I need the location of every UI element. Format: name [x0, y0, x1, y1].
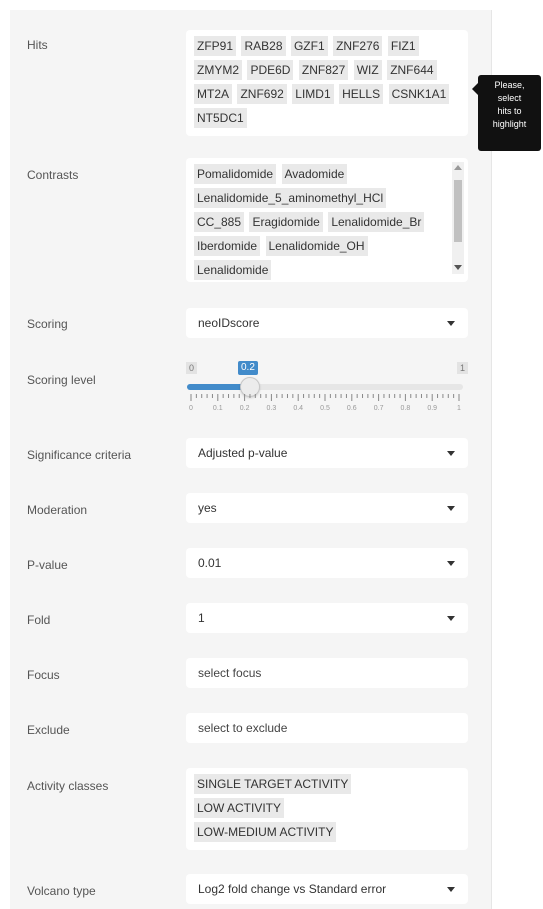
- exclude-label: Exclude: [27, 723, 70, 737]
- slider-tick-label: 0.7: [373, 405, 384, 412]
- chevron-down-icon: [447, 561, 455, 566]
- scoring-label: Scoring: [27, 317, 68, 331]
- tooltip-line: select: [497, 93, 522, 103]
- tooltip-line: hits to: [497, 106, 522, 116]
- chevron-down-icon: [447, 887, 455, 892]
- contrast-tag[interactable]: Lenalidomide: [194, 260, 272, 280]
- contrast-tag[interactable]: Lenalidomide_OH: [265, 236, 368, 256]
- hits-label: Hits: [27, 38, 48, 52]
- contrasts-multiselect[interactable]: Pomalidomide Avadomide Lenalidomide_5_am…: [186, 158, 468, 282]
- hit-tag[interactable]: LIMD1: [292, 84, 334, 104]
- slider-tick-label: 0.8: [400, 405, 411, 412]
- contrast-tag[interactable]: Avadomide: [281, 164, 348, 184]
- slider-fill: [187, 384, 249, 390]
- activity-label: Activity classes: [27, 779, 109, 793]
- pvalue-label: P-value: [27, 558, 68, 572]
- slider-value-label: 0.2: [238, 361, 258, 375]
- contrast-tag[interactable]: Lenalidomide_5_aminomethyl_HCl: [194, 188, 387, 208]
- contrast-tag[interactable]: Lenalidomide_Br: [328, 212, 425, 232]
- chevron-down-icon: [447, 616, 455, 621]
- hit-tag[interactable]: NT5DC1: [194, 108, 247, 128]
- hit-tag[interactable]: GZF1: [290, 36, 328, 56]
- chevron-down-icon: [447, 506, 455, 511]
- contrast-tag[interactable]: CC_885: [194, 212, 245, 232]
- hit-tag[interactable]: ZNF827: [298, 60, 349, 80]
- scroll-down-icon[interactable]: [454, 265, 462, 270]
- exclude-input[interactable]: select to exclude: [186, 713, 468, 743]
- pvalue-select[interactable]: 0.01: [186, 548, 468, 578]
- slider-max-label: 1: [457, 362, 469, 374]
- chevron-down-icon: [447, 321, 455, 326]
- contrasts-scrollbar[interactable]: [452, 162, 464, 274]
- hit-tag[interactable]: FIZ1: [387, 36, 419, 56]
- hit-tag[interactable]: WIZ: [353, 60, 382, 80]
- activity-tag[interactable]: SINGLE TARGET ACTIVITY: [194, 774, 352, 794]
- moderation-value: yes: [198, 501, 217, 515]
- focus-label: Focus: [27, 668, 60, 682]
- slider-tick-label: 0: [189, 405, 193, 412]
- slider-track[interactable]: [187, 384, 463, 390]
- contrast-tag[interactable]: Eragidomide: [249, 212, 323, 232]
- tooltip-line: Please,: [494, 80, 525, 90]
- hit-tag[interactable]: CSNK1A1: [388, 84, 450, 104]
- tooltip-line: highlight: [492, 119, 527, 129]
- moderation-select[interactable]: yes: [186, 493, 468, 523]
- hit-tag[interactable]: PDE6D: [247, 60, 294, 80]
- scroll-thumb[interactable]: [454, 180, 462, 242]
- hit-tag[interactable]: ZFP91: [194, 36, 237, 56]
- slider-tick-label: 0.4: [293, 405, 304, 412]
- chevron-down-icon: [447, 451, 455, 456]
- hits-multiselect[interactable]: ZFP91 RAB28 GZF1 ZNF276 FIZ1 ZMYM2 PDE6D…: [186, 30, 468, 136]
- significance-select[interactable]: Adjusted p-value: [186, 438, 468, 468]
- hits-tooltip: Please, select hits to highlight: [472, 75, 541, 151]
- scoring-select[interactable]: neoIDscore: [186, 308, 468, 338]
- fold-label: Fold: [27, 613, 51, 627]
- moderation-label: Moderation: [27, 503, 88, 517]
- slider-tick-label: 0.2: [239, 405, 250, 412]
- volcano-label: Volcano type: [27, 884, 96, 898]
- activity-tag[interactable]: LOW ACTIVITY: [194, 798, 285, 818]
- scroll-up-icon[interactable]: [454, 165, 462, 170]
- slider-tick-label: 0.9: [427, 405, 438, 412]
- hit-tag[interactable]: RAB28: [241, 36, 286, 56]
- scoring-level-label: Scoring level: [27, 373, 96, 387]
- activity-tag[interactable]: LOW-MEDIUM ACTIVITY: [194, 822, 337, 842]
- activity-multiselect[interactable]: SINGLE TARGET ACTIVITY LOW ACTIVITY LOW-…: [186, 768, 468, 850]
- focus-input[interactable]: select focus: [186, 658, 468, 688]
- significance-label: Significance criteria: [27, 448, 132, 462]
- exclude-placeholder: select to exclude: [198, 721, 288, 735]
- hit-tag[interactable]: ZNF692: [237, 84, 287, 104]
- contrasts-label: Contrasts: [27, 168, 79, 182]
- pvalue-value: 0.01: [198, 556, 222, 570]
- contrast-tag[interactable]: Iberdomide: [194, 236, 261, 256]
- slider-tick-label: 1: [457, 405, 461, 412]
- fold-select[interactable]: 1: [186, 603, 468, 633]
- volcano-select[interactable]: Log2 fold change vs Standard error: [186, 874, 468, 904]
- contrast-tag[interactable]: Pomalidomide: [194, 164, 277, 184]
- fold-value: 1: [198, 611, 205, 625]
- hit-tag[interactable]: ZMYM2: [194, 60, 242, 80]
- slider-tick-label: 0.3: [266, 405, 277, 412]
- scoring-value: neoIDscore: [198, 316, 260, 330]
- hit-tag[interactable]: MT2A: [194, 84, 233, 104]
- slider-tick-label: 0.6: [346, 405, 357, 412]
- significance-value: Adjusted p-value: [198, 446, 288, 460]
- slider-min-label: 0: [186, 362, 198, 374]
- slider-tick-label: 0.1: [212, 405, 223, 412]
- volcano-value: Log2 fold change vs Standard error: [198, 882, 387, 896]
- hit-tag[interactable]: HELLS: [339, 84, 384, 104]
- hit-tag[interactable]: ZNF644: [387, 60, 437, 80]
- focus-placeholder: select focus: [198, 666, 262, 680]
- slider-ticks: [190, 394, 460, 401]
- slider-tick-label: 0.5: [320, 405, 330, 412]
- hit-tag[interactable]: ZNF276: [333, 36, 383, 56]
